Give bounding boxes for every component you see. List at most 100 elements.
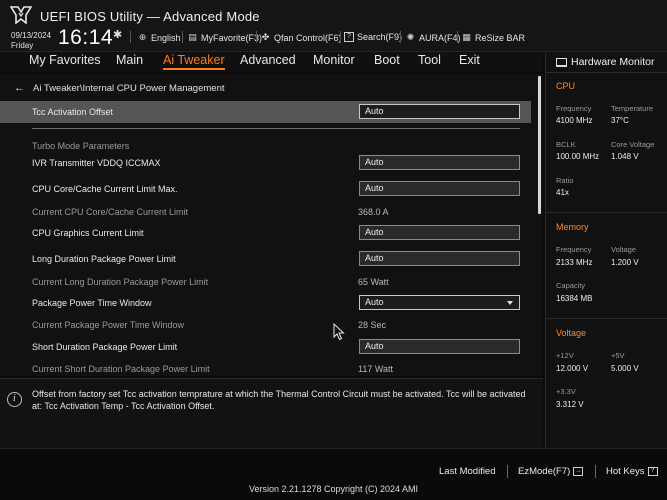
resize-bar-label: ReSize BAR (475, 32, 526, 43)
divider (130, 31, 131, 43)
aura-button[interactable]: ✺ AURA(F4) (405, 32, 461, 43)
capacity-value: 16384 MB (556, 294, 593, 303)
capacity-label: Capacity (556, 281, 586, 290)
tab-ai-tweaker[interactable]: Ai Tweaker (163, 53, 225, 70)
cpu-temperature-label: Temperature (611, 104, 654, 113)
search-button[interactable]: ? Search(F9) (344, 32, 402, 42)
hot-keys-button[interactable]: Hot Keys ? (606, 466, 658, 477)
breadcrumb-path: Ai Tweaker\Internal CPU Power Management (33, 82, 225, 94)
tab-main[interactable]: Main (116, 53, 143, 67)
settings-panel: ← Ai Tweaker\Internal CPU Power Manageme… (0, 74, 543, 376)
time-window-dropdown[interactable]: Auto (359, 295, 520, 310)
scrollbar-thumb[interactable] (538, 76, 541, 214)
graphics-limit-input[interactable]: Auto (359, 225, 520, 240)
language-button[interactable]: ⊕ English (137, 32, 181, 43)
info-row-current-time-window: Current Package Power Time Window 28 Sec (0, 314, 531, 336)
v33-value: 3.312 V (556, 400, 584, 409)
tab-advanced[interactable]: Advanced (240, 53, 296, 67)
memory-voltage-label: Voltage (611, 245, 637, 254)
divider (182, 31, 183, 43)
info-value: 65 Watt (358, 277, 389, 287)
info-icon: i (7, 392, 22, 407)
tab-exit[interactable]: Exit (459, 53, 480, 67)
section-divider (32, 128, 520, 129)
tcc-offset-input[interactable]: Auto (359, 104, 520, 119)
setting-row-tcc-activation-offset[interactable]: Tcc Activation Offset Auto (0, 101, 531, 123)
memory-frequency-label: Frequency (556, 245, 592, 254)
v5-value: 5.000 V (611, 364, 639, 373)
bclk-label: BCLK (556, 140, 576, 149)
tab-tool[interactable]: Tool (418, 53, 441, 67)
ivr-iccmax-input[interactable]: Auto (359, 155, 520, 170)
favorite-icon: ▤ (188, 32, 197, 42)
info-label: Current CPU Core/Cache Current Limit (32, 207, 189, 217)
divider (256, 31, 257, 43)
divider (400, 31, 401, 43)
v5-label: +5V (611, 351, 625, 360)
myfavorite-button[interactable]: ▤ MyFavorite(F3) (187, 32, 262, 43)
setting-row-long-duration-power-limit[interactable]: Long Duration Package Power Limit Auto (0, 248, 531, 270)
cpu-frequency-label: Frequency (556, 104, 592, 113)
gear-icon[interactable]: ✱ (113, 28, 122, 41)
setting-row-ivr-vddq-iccmax[interactable]: IVR Transmitter VDDQ ICCMAX Auto (0, 152, 531, 174)
setting-row-package-power-time-window[interactable]: Package Power Time Window Auto (0, 292, 531, 314)
chevron-down-icon (507, 301, 513, 305)
dropdown-value: Auto (365, 297, 384, 307)
exit-arrow-icon: → (573, 467, 584, 476)
copyright-text: Version 2.21.1278 Copyright (C) 2024 AMI (248, 484, 419, 494)
language-label: English (151, 32, 181, 43)
divider (595, 465, 596, 478)
clock-time[interactable]: 16:14 (58, 26, 113, 50)
hardware-monitor-title: Hardware Monitor (556, 56, 654, 68)
bclk-value: 100.00 MHz (556, 152, 600, 161)
section-title: Turbo Mode Parameters (32, 141, 130, 151)
setting-row-graphics-current-limit[interactable]: CPU Graphics Current Limit Auto (0, 222, 531, 244)
qfan-button[interactable]: ✤ Qfan Control(F6) (260, 32, 342, 43)
last-modified-button[interactable]: Last Modified (439, 466, 496, 477)
ratio-value: 41x (556, 188, 569, 197)
divider (546, 318, 667, 319)
breadcrumb[interactable]: ← Ai Tweaker\Internal CPU Power Manageme… (14, 82, 225, 94)
globe-icon: ⊕ (138, 32, 147, 42)
info-value: 117 Watt (358, 364, 394, 374)
mouse-pointer-icon (333, 323, 345, 341)
day-text: Friday (11, 41, 34, 50)
info-value: 368.0 A (358, 207, 389, 217)
myfavorite-label: MyFavorite(F3) (201, 32, 263, 43)
core-voltage-label: Core Voltage (611, 140, 655, 149)
setting-label: Package Power Time Window (32, 298, 152, 308)
v12-label: +12V (556, 351, 574, 360)
setting-row-short-duration-power-limit[interactable]: Short Duration Package Power Limit Auto (0, 336, 531, 358)
long-duration-limit-input[interactable]: Auto (359, 251, 520, 266)
memory-voltage-value: 1.200 V (611, 258, 639, 267)
ezmode-label: EzMode(F7) (518, 466, 571, 477)
divider (546, 212, 667, 213)
help-icon: ? (647, 467, 658, 476)
tab-monitor[interactable]: Monitor (313, 53, 355, 67)
resize-bar-button[interactable]: ▦ ReSize BAR (461, 32, 525, 43)
monitor-icon (556, 57, 567, 67)
tab-my-favorites[interactable]: My Favorites (29, 53, 101, 67)
core-cache-limit-input[interactable]: Auto (359, 181, 520, 196)
search-icon: ? (344, 32, 354, 42)
setting-row-core-cache-current-limit[interactable]: CPU Core/Cache Current Limit Max. Auto (0, 178, 531, 200)
divider (507, 465, 508, 478)
top-header: UEFI BIOS Utility — Advanced Mode 09/13/… (0, 0, 667, 52)
info-label: Current Long Duration Package Power Limi… (32, 277, 209, 287)
short-duration-limit-input[interactable]: Auto (359, 339, 520, 354)
memory-section-title: Memory (556, 222, 589, 232)
setting-label: CPU Graphics Current Limit (32, 228, 144, 238)
aura-icon: ✺ (406, 32, 415, 42)
cpu-section-title: CPU (556, 81, 576, 91)
tuf-logo-icon (10, 6, 32, 24)
divider (546, 72, 667, 73)
back-arrow-icon[interactable]: ← (14, 82, 25, 94)
v33-label: +3.3V (556, 387, 576, 396)
app-title: UEFI BIOS Utility — Advanced Mode (40, 9, 260, 24)
date-display: 09/13/2024 Friday (11, 31, 51, 51)
ezmode-button[interactable]: EzMode(F7) → (518, 466, 584, 477)
tab-boot[interactable]: Boot (374, 53, 400, 67)
ratio-label: Ratio (556, 176, 574, 185)
qfan-label: Qfan Control(F6) (274, 32, 342, 43)
cpu-frequency-value: 4100 MHz (556, 116, 593, 125)
